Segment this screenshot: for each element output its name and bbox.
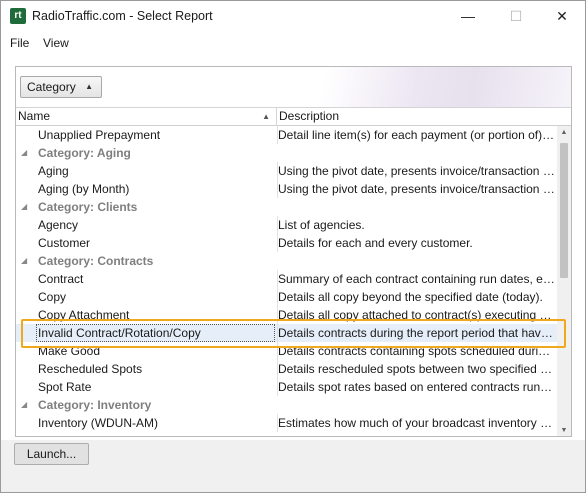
category-group-label: Category: Contracts — [38, 254, 154, 268]
vertical-scrollbar[interactable]: ▲ ▼ — [557, 126, 571, 436]
group-category-label: Category — [27, 80, 76, 94]
launch-button[interactable]: Launch... — [14, 443, 89, 465]
group-category-button[interactable]: Category ▲ — [20, 76, 102, 98]
report-name-cell: Unapplied Prepayment — [38, 128, 161, 142]
report-row[interactable]: Aging (by Month) Using the pivot date, pr… — [16, 180, 557, 198]
category-group-row[interactable]: ◢ Category: Contracts — [16, 252, 557, 270]
report-name-cell: Agency — [38, 218, 79, 232]
report-row[interactable]: Contract Summary of each contract contain… — [16, 270, 557, 288]
report-row[interactable]: Agency List of agencies. — [16, 216, 557, 234]
category-group-row[interactable]: ◢ Category: Inventory — [16, 396, 557, 414]
report-description-cell: Details rescheduled spots between two sp… — [278, 362, 555, 376]
category-group-row[interactable]: ◢ Category: Aging — [16, 144, 557, 162]
sort-ascending-icon: ▲ — [85, 82, 93, 91]
report-name-cell: Rescheduled Spots — [38, 362, 143, 376]
report-name-cell: Copy — [38, 290, 67, 304]
selection-highlight-callout — [21, 319, 566, 348]
category-group-row[interactable]: ◢ Category: Clients — [16, 198, 557, 216]
report-description-cell: List of agencies. — [278, 218, 365, 232]
window-title: RadioTraffic.com - Select Report — [32, 9, 213, 23]
report-description-cell: Using the pivot date, presents invoice/t… — [278, 182, 555, 196]
radiotraffic-app-icon: rt — [10, 8, 26, 24]
report-description-cell: Details for each and every customer. — [278, 236, 473, 250]
report-description-cell: Detail line item(s) for each payment (or… — [278, 128, 555, 142]
category-group-label: Category: Clients — [38, 200, 138, 214]
report-name-cell: Aging — [38, 164, 69, 178]
column-header-name-label: Name — [18, 109, 51, 123]
collapse-caret-icon[interactable]: ◢ — [21, 400, 31, 410]
report-description-cell: Estimates how much of your broadcast inv… — [278, 416, 555, 430]
report-window: rt RadioTraffic.com - Select Report — ☐ … — [0, 0, 586, 493]
report-description-cell: Using the pivot date, presents invoice/t… — [278, 164, 555, 178]
collapse-caret-icon[interactable]: ◢ — [21, 256, 31, 266]
report-row[interactable]: Copy Details all copy beyond the specifie… — [16, 288, 557, 306]
report-grid: Category ▲ Name ▲ Description Unapplied … — [15, 66, 572, 437]
report-name-cell: Customer — [38, 236, 91, 250]
report-name-cell: Spot Rate — [38, 380, 92, 394]
scroll-down-arrow-icon[interactable]: ▼ — [557, 424, 571, 436]
column-header-description[interactable]: Description — [277, 108, 557, 126]
report-name-cell: Aging (by Month) — [38, 182, 130, 196]
category-group-label: Category: Aging — [38, 146, 131, 160]
group-by-panel: Category ▲ — [16, 67, 571, 107]
report-name-cell: Contract — [38, 272, 84, 286]
title-bar[interactable]: rt RadioTraffic.com - Select Report — ☐ … — [1, 1, 585, 32]
category-group-label: Category: Inventory — [38, 398, 152, 412]
minimize-button[interactable]: — — [445, 1, 491, 32]
report-list: Unapplied Prepayment Detail line item(s) … — [16, 126, 557, 436]
report-name-cell: Inventory (WDUN-AM) — [38, 416, 159, 430]
report-row[interactable]: Customer Details for each and every custo… — [16, 234, 557, 252]
report-row[interactable]: Unapplied Prepayment Detail line item(s) … — [16, 126, 557, 144]
column-header-row: Name ▲ Description — [16, 107, 571, 126]
menu-file[interactable]: File — [10, 36, 29, 50]
menu-bar: File View — [1, 32, 585, 54]
maximize-button[interactable]: ☐ — [493, 1, 539, 32]
scroll-thumb[interactable] — [560, 143, 568, 278]
collapse-caret-icon[interactable]: ◢ — [21, 202, 31, 212]
scroll-up-arrow-icon[interactable]: ▲ — [557, 126, 571, 140]
report-row[interactable]: Aging Using the pivot date, presents invo… — [16, 162, 557, 180]
main-content: Category ▲ Name ▲ Description Unapplied … — [1, 54, 585, 440]
menu-view[interactable]: View — [43, 36, 69, 50]
footer-bar: Launch... — [1, 440, 585, 492]
collapse-caret-icon[interactable]: ◢ — [21, 148, 31, 158]
report-description-cell: Summary of each contract containing run … — [278, 272, 555, 286]
column-header-name[interactable]: Name ▲ — [16, 108, 277, 126]
sort-arrow-icon: ▲ — [262, 112, 270, 121]
report-row[interactable]: Inventory (WDUN-AM) Estimates how much of… — [16, 414, 557, 432]
report-description-cell: Details all copy beyond the specified da… — [278, 290, 543, 304]
report-row[interactable]: Rescheduled Spots Details rescheduled spo… — [16, 360, 557, 378]
close-button[interactable]: ✕ — [539, 1, 585, 32]
report-row[interactable]: Spot Rate Details spot rates based on ent… — [16, 378, 557, 396]
report-description-cell: Details spot rates based on entered cont… — [278, 380, 555, 394]
